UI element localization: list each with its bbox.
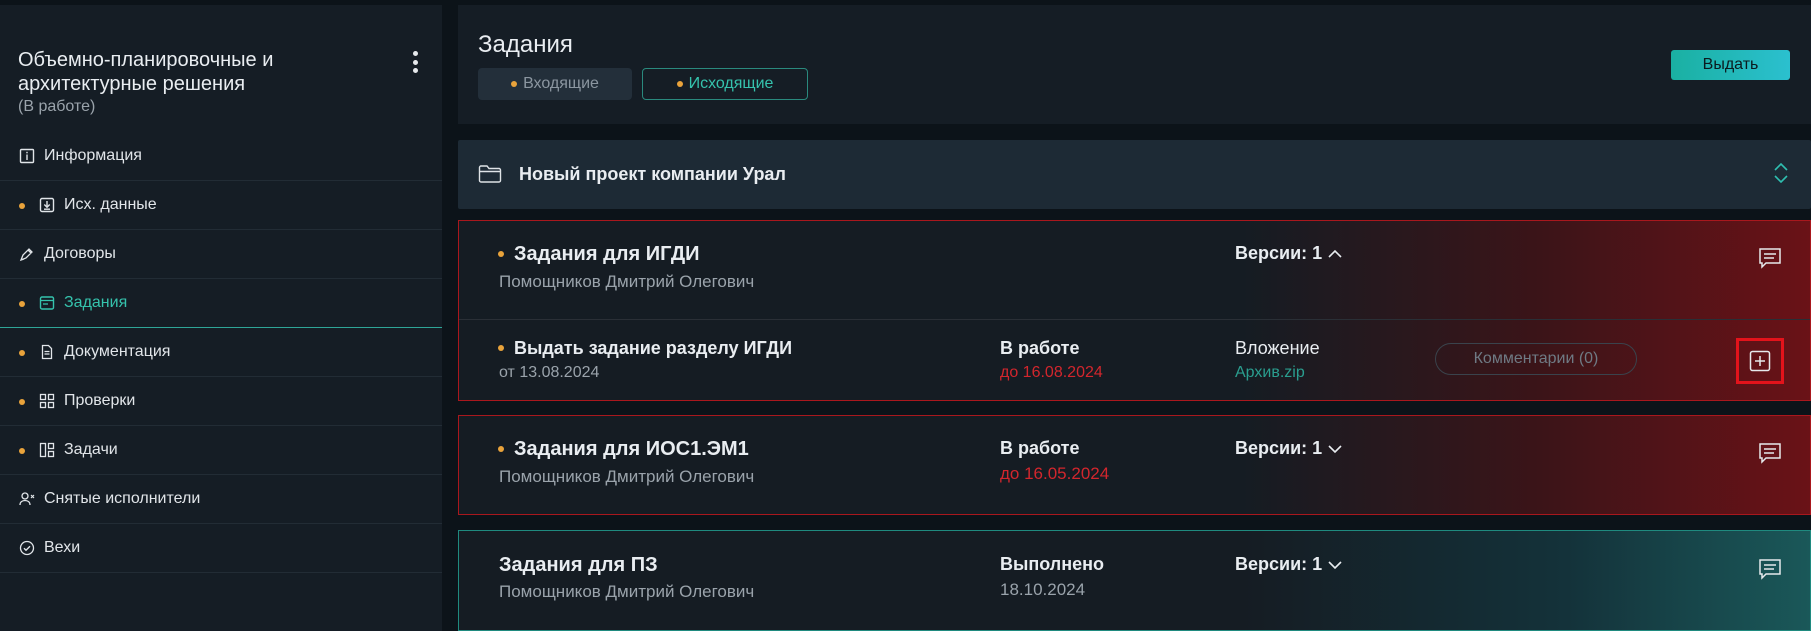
sidebar-item-source-data[interactable]: Исх. данные [0, 181, 442, 230]
notification-dot [19, 350, 25, 356]
attachment-file-link[interactable]: Архив.zip [1235, 364, 1305, 382]
sidebar-item-todos[interactable]: Задачи [0, 426, 442, 475]
task-card-title: Задания для ПЗ [499, 554, 658, 576]
task-card-author: Помощников Дмитрий Олегович [499, 467, 755, 486]
versions-label: Версии: 1 [1235, 438, 1323, 458]
task-card-ios1-em1: Задания для ИОС1.ЭМ1 Помощников Дмитрий … [458, 415, 1811, 515]
notification-dot [511, 81, 518, 87]
notification-dot [498, 446, 504, 452]
task-card-title: Задания для ИГДИ [498, 243, 700, 266]
sidebar: Объемно-планировочные и архитектурные ре… [0, 5, 442, 631]
tasks-tabs: Входящие Исходящие [478, 68, 808, 100]
notification-dot [498, 251, 504, 257]
subtask-deadline: до 16.08.2024 [1000, 364, 1103, 381]
sidebar-item-documentation[interactable]: Документация [0, 328, 442, 377]
notification-dot [19, 301, 25, 307]
sidebar-item-label: Вехи [44, 539, 81, 556]
tab-label: Исходящие [688, 75, 774, 92]
tasks-header: Задания Входящие Исходящие Выдать [458, 5, 1811, 124]
project-group[interactable]: Новый проект компании Урал [458, 140, 1811, 209]
sidebar-item-label: Проверки [64, 392, 136, 409]
task-card-author: Помощников Дмитрий Олегович [499, 272, 755, 291]
versions-toggle[interactable]: Версии: 1 [1235, 243, 1342, 264]
versions-toggle[interactable]: Версии: 1 [1235, 554, 1342, 575]
sidebar-item-removed-executors[interactable]: Снятые исполнители [0, 475, 442, 524]
issue-button[interactable]: Выдать [1671, 50, 1790, 80]
section-title: Объемно-планировочные и архитектурные ре… [18, 49, 274, 95]
page-title: Задания [478, 31, 573, 58]
tab-label: Входящие [523, 75, 599, 92]
sidebar-item-milestones[interactable]: Вехи [0, 524, 442, 573]
project-name: Новый проект компании Урал [519, 164, 786, 184]
chat-icon[interactable] [1758, 247, 1782, 274]
board-icon [38, 441, 56, 459]
task-card-pz: Задания для ПЗ Помощников Дмитрий Олегов… [458, 530, 1811, 631]
chevron-down-icon [1328, 560, 1342, 569]
tab-incoming[interactable]: Входящие [478, 68, 632, 100]
subtask-created-date: от 13.08.2024 [499, 364, 600, 381]
chat-icon[interactable] [1758, 558, 1782, 585]
attachment-label: Вложение [1235, 338, 1320, 358]
folder-icon [478, 164, 502, 189]
plus-square-icon [1749, 350, 1771, 372]
comments-button[interactable]: Комментарии (0) [1435, 343, 1637, 375]
row-divider [459, 319, 1810, 320]
sidebar-item-checks[interactable]: Проверки [0, 377, 442, 426]
task-card-date: 18.10.2024 [1000, 580, 1086, 599]
notification-dot [676, 81, 683, 87]
task-card-title: Задания для ИОС1.ЭМ1 [498, 438, 749, 461]
task-card-title-text: Задания для ИГДИ [514, 243, 700, 265]
expand-collapse-icon[interactable] [1773, 162, 1789, 189]
notification-dot [19, 203, 25, 209]
chevron-up-icon [1328, 249, 1342, 258]
task-card-title-text: Задания для ИОС1.ЭМ1 [514, 438, 749, 460]
task-card-status: В работе [1000, 438, 1080, 458]
chat-icon[interactable] [1758, 442, 1782, 469]
document-icon [38, 343, 56, 361]
user-removed-icon [18, 490, 36, 508]
section-status: (В работе) [18, 98, 96, 115]
notification-dot [19, 399, 25, 405]
add-icon-button[interactable] [1736, 338, 1784, 384]
more-menu-icon[interactable] [410, 51, 420, 73]
sidebar-item-label: Задания [64, 294, 128, 311]
download-icon [38, 196, 56, 214]
sidebar-header: Объемно-планировочные и архитектурные ре… [0, 5, 442, 132]
subtask-title-text: Выдать задание разделу ИГДИ [514, 338, 793, 358]
sidebar-item-label: Снятые исполнители [44, 490, 201, 507]
subtask-status: В работе [1000, 338, 1080, 358]
versions-label: Версии: 1 [1235, 554, 1323, 574]
sidebar-item-label: Исх. данные [64, 196, 157, 213]
versions-label: Версии: 1 [1235, 243, 1323, 263]
sidebar-item-tasks[interactable]: Задания [0, 279, 442, 328]
tab-outgoing[interactable]: Исходящие [642, 68, 808, 100]
versions-toggle[interactable]: Версии: 1 [1235, 438, 1342, 459]
sidebar-item-label: Информация [44, 147, 142, 164]
sidebar-item-label: Задачи [64, 441, 118, 458]
sidebar-item-label: Договоры [44, 245, 116, 262]
tasks-window-icon [38, 294, 56, 312]
task-card-igdi: Задания для ИГДИ Помощников Дмитрий Олег… [458, 220, 1811, 401]
task-card-deadline: до 16.05.2024 [1000, 464, 1110, 483]
sidebar-item-contracts[interactable]: Договоры [0, 230, 442, 279]
check-circle-icon [18, 539, 36, 557]
task-card-author: Помощников Дмитрий Олегович [499, 582, 755, 601]
chevron-down-icon [1328, 444, 1342, 453]
sidebar-item-label: Документация [64, 343, 171, 360]
info-icon [18, 147, 36, 165]
pen-icon [18, 245, 36, 263]
notification-dot [498, 345, 504, 351]
task-card-status: Выполнено [1000, 554, 1104, 574]
notification-dot [19, 448, 25, 454]
grid-icon [38, 392, 56, 410]
sidebar-item-info[interactable]: Информация [0, 132, 442, 181]
subtask-title: Выдать задание разделу ИГДИ [498, 338, 793, 359]
